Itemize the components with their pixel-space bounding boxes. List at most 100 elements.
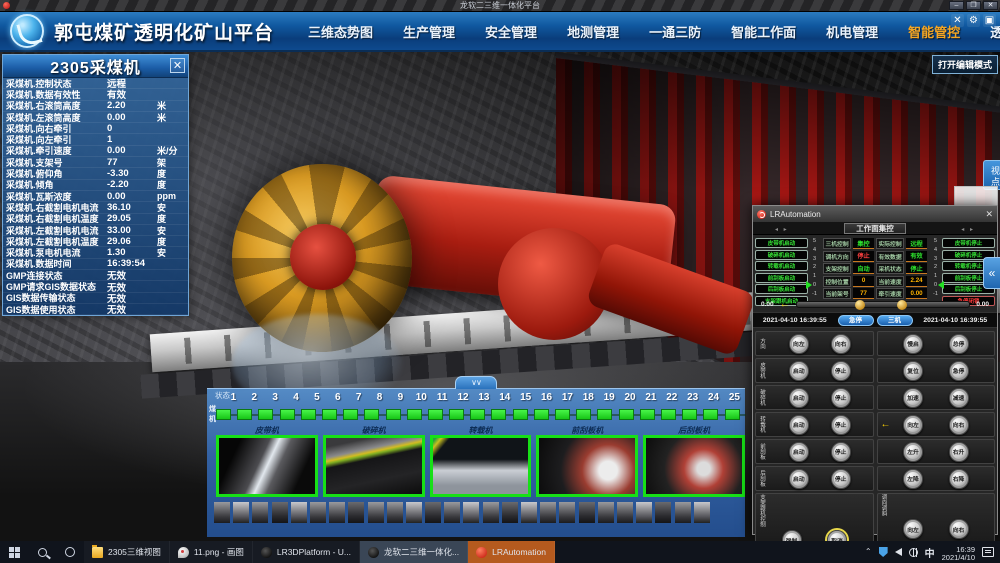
support-state-cell[interactable] bbox=[619, 409, 634, 420]
filmstrip-thumbnail[interactable] bbox=[368, 502, 384, 523]
support-state-cell[interactable] bbox=[555, 409, 570, 420]
filmstrip-thumbnail[interactable] bbox=[214, 502, 230, 523]
round-button[interactable]: 停止 bbox=[831, 361, 851, 381]
nav-item[interactable]: 机电管理 bbox=[826, 22, 878, 41]
nav-item[interactable]: 安全管理 bbox=[485, 22, 537, 41]
taskbar-clock[interactable]: 16:39 2021/4/10 bbox=[942, 543, 975, 562]
camera-thumbnail[interactable] bbox=[323, 435, 425, 497]
round-button[interactable]: 启动 bbox=[789, 388, 809, 408]
slider-knob[interactable] bbox=[855, 300, 865, 310]
settings-gear-icon[interactable]: ⚙ bbox=[967, 14, 980, 27]
round-button[interactable]: 向右 bbox=[831, 334, 851, 354]
round-button[interactable]: 停止 bbox=[831, 442, 851, 462]
start-button[interactable]: 皮带机启动 bbox=[755, 238, 808, 248]
support-state-cell[interactable] bbox=[640, 409, 655, 420]
filmstrip-thumbnail[interactable] bbox=[348, 502, 364, 523]
start-button[interactable]: 前刮板启动 bbox=[755, 273, 808, 283]
camera-thumbnail[interactable] bbox=[430, 435, 532, 497]
network-icon[interactable] bbox=[909, 548, 918, 557]
panel-collapse-tab[interactable]: « bbox=[983, 257, 1000, 289]
ime-indicator[interactable]: 中 bbox=[925, 545, 935, 560]
filmstrip-thumbnail[interactable] bbox=[252, 502, 268, 523]
shearer-panel-close-icon[interactable]: ✕ bbox=[170, 58, 185, 73]
filmstrip-thumbnail[interactable] bbox=[579, 502, 595, 523]
support-state-cell[interactable] bbox=[534, 409, 549, 420]
round-button[interactable]: 向右 bbox=[949, 415, 969, 435]
filmstrip-thumbnail[interactable] bbox=[233, 502, 249, 523]
support-state-cell[interactable] bbox=[216, 409, 231, 420]
support-state-cell[interactable] bbox=[237, 409, 252, 420]
filmstrip-thumbnail[interactable] bbox=[291, 502, 307, 523]
round-button[interactable]: 向左 bbox=[903, 415, 923, 435]
filmstrip-thumbnail[interactable] bbox=[521, 502, 537, 523]
round-button[interactable]: 向左 bbox=[903, 519, 923, 539]
taskbar-app[interactable]: 龙软二三维一体化... bbox=[360, 541, 468, 563]
fit-window-icon[interactable]: ▣ bbox=[983, 14, 996, 27]
support-state-cell[interactable] bbox=[449, 409, 464, 420]
support-state-cell[interactable] bbox=[703, 409, 718, 420]
round-button[interactable]: 启动 bbox=[789, 442, 809, 462]
filmstrip-thumbnail[interactable] bbox=[387, 502, 403, 523]
taskbar-app[interactable]: 2305三维视图 bbox=[84, 541, 170, 563]
support-state-cell[interactable] bbox=[725, 409, 740, 420]
filmstrip-thumbnail[interactable] bbox=[617, 502, 633, 523]
support-state-cell[interactable] bbox=[470, 409, 485, 420]
nav-item[interactable]: 生产管理 bbox=[403, 22, 455, 41]
taskbar-app[interactable]: LR3DPlatform - U... bbox=[253, 541, 360, 563]
camera-thumbnail[interactable] bbox=[536, 435, 638, 497]
round-button[interactable]: 停止 bbox=[831, 469, 851, 489]
round-button[interactable]: 左升 bbox=[903, 442, 923, 462]
support-state-cell[interactable] bbox=[428, 409, 443, 420]
volume-icon[interactable] bbox=[895, 548, 902, 556]
nav-item[interactable]: 三维态势图 bbox=[308, 22, 373, 41]
filmstrip-thumbnail[interactable] bbox=[329, 502, 345, 523]
filmstrip-thumbnail[interactable] bbox=[694, 502, 710, 523]
lrautomation-titlebar[interactable]: LRAutomation ✕ bbox=[753, 206, 997, 222]
position-slider[interactable] bbox=[796, 301, 971, 308]
filmstrip-thumbnail[interactable] bbox=[636, 502, 652, 523]
round-button[interactable]: 向左 bbox=[789, 334, 809, 354]
support-state-cell[interactable] bbox=[258, 409, 273, 420]
cortana-button[interactable] bbox=[56, 541, 84, 563]
round-button[interactable]: 急停 bbox=[949, 361, 969, 381]
panel-collapse-chevron-icon[interactable]: ∨∨ bbox=[455, 376, 497, 389]
filmstrip-thumbnail[interactable] bbox=[502, 502, 518, 523]
start-button[interactable] bbox=[0, 541, 28, 563]
filmstrip-thumbnail[interactable] bbox=[310, 502, 326, 523]
support-state-cell[interactable] bbox=[576, 409, 591, 420]
support-state-cell[interactable] bbox=[491, 409, 506, 420]
nav-item[interactable]: 地测管理 bbox=[567, 22, 619, 41]
round-button[interactable]: 左降 bbox=[903, 469, 923, 489]
round-button[interactable]: 复位 bbox=[903, 361, 923, 381]
support-state-cell[interactable] bbox=[513, 409, 528, 420]
support-state-cell[interactable] bbox=[407, 409, 422, 420]
notification-center-icon[interactable] bbox=[982, 547, 994, 557]
nav-item[interactable]: 智能工作面 bbox=[731, 22, 796, 41]
filmstrip-thumbnail[interactable] bbox=[272, 502, 288, 523]
tools-icon[interactable]: ✕ bbox=[951, 14, 964, 27]
filmstrip-thumbnail[interactable] bbox=[444, 502, 460, 523]
filmstrip-thumbnail[interactable] bbox=[483, 502, 499, 523]
support-state-cell[interactable] bbox=[682, 409, 697, 420]
round-button[interactable]: 减速 bbox=[949, 388, 969, 408]
security-shield-icon[interactable] bbox=[879, 547, 888, 557]
tab-scroll-left-icon[interactable]: ◂ ▸ bbox=[775, 226, 789, 233]
support-state-cell[interactable] bbox=[301, 409, 316, 420]
slider-knob[interactable] bbox=[897, 300, 907, 310]
round-button[interactable]: 向右 bbox=[949, 519, 969, 539]
start-button[interactable]: 后刮板启动 bbox=[755, 284, 808, 294]
maximize-button[interactable]: ❐ bbox=[966, 1, 981, 10]
round-button[interactable]: 加速 bbox=[903, 388, 923, 408]
filmstrip-thumbnail[interactable] bbox=[425, 502, 441, 523]
taskbar-app[interactable]: LRAutomation bbox=[468, 541, 555, 563]
round-button[interactable]: 右升 bbox=[949, 442, 969, 462]
round-button[interactable]: 总停 bbox=[949, 334, 969, 354]
workface-control-tab[interactable]: 工作面集控 bbox=[844, 223, 906, 234]
filmstrip-thumbnail[interactable] bbox=[598, 502, 614, 523]
start-button[interactable]: 破碎机启动 bbox=[755, 250, 808, 260]
close-button[interactable]: ✕ bbox=[983, 1, 998, 10]
pill-button-right[interactable]: 三机 bbox=[877, 315, 913, 326]
filmstrip-thumbnail[interactable] bbox=[540, 502, 556, 523]
open-edit-mode-button[interactable]: 打开编辑模式 bbox=[932, 55, 998, 74]
support-state-cell[interactable] bbox=[322, 409, 337, 420]
